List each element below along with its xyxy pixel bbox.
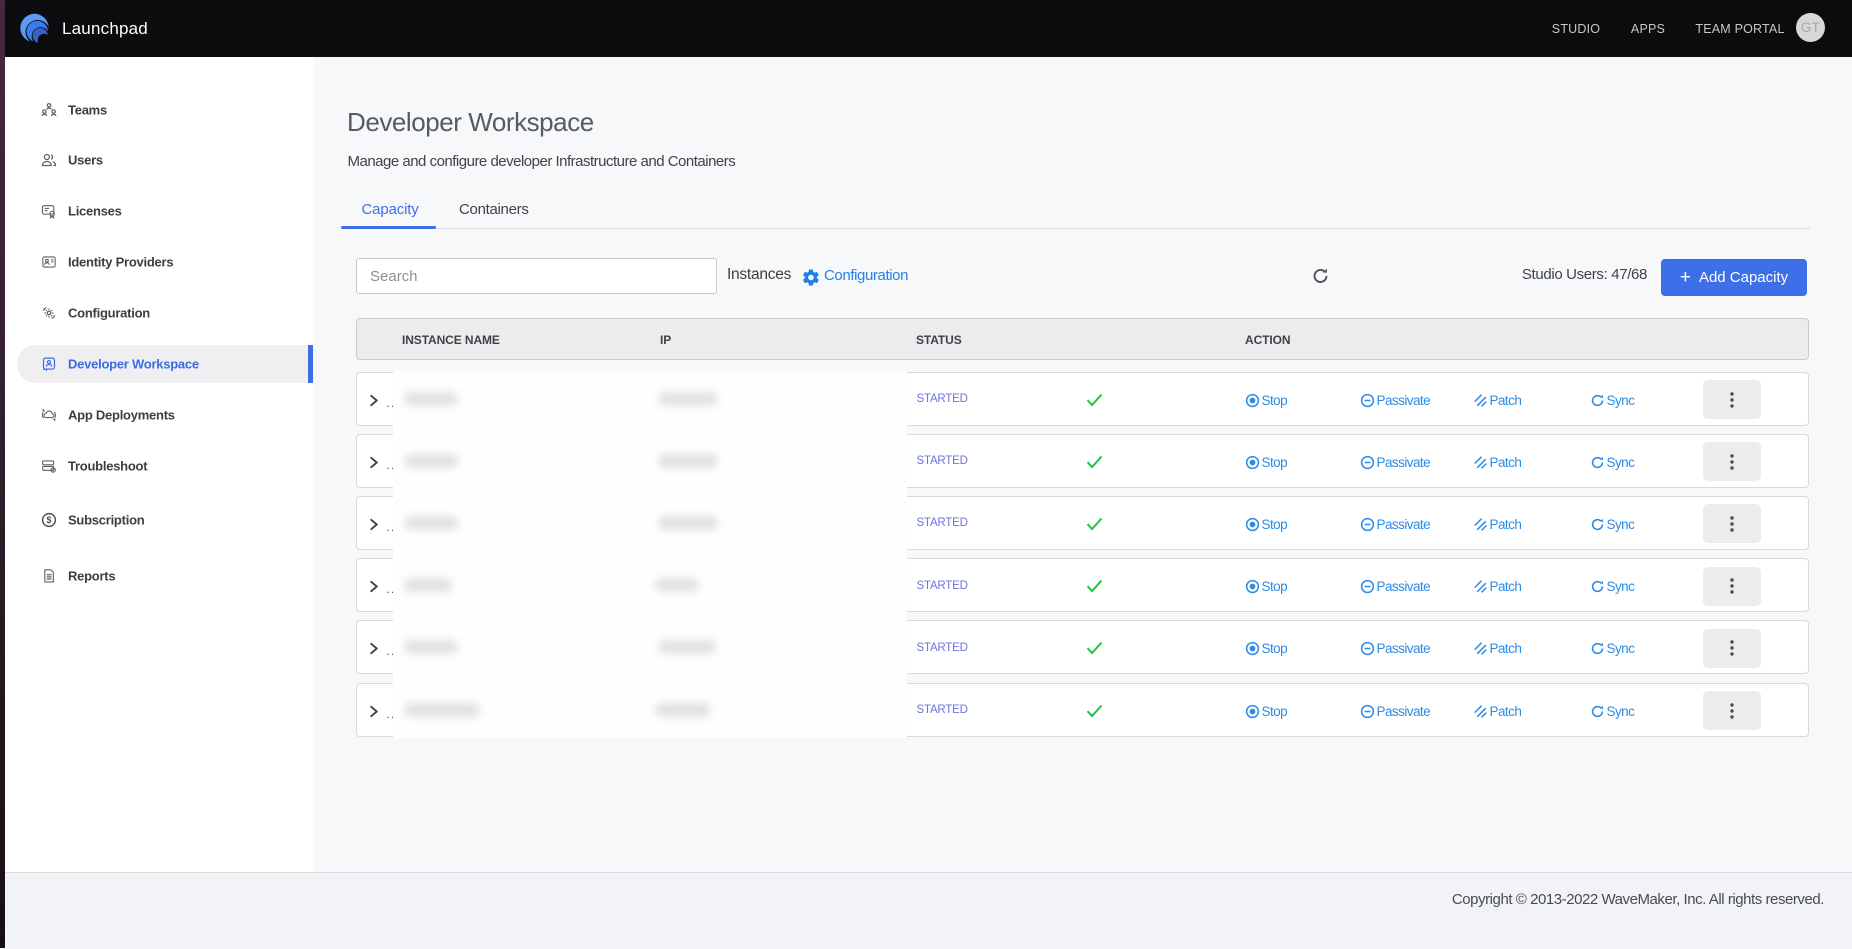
svg-text:$: $ <box>47 515 52 525</box>
